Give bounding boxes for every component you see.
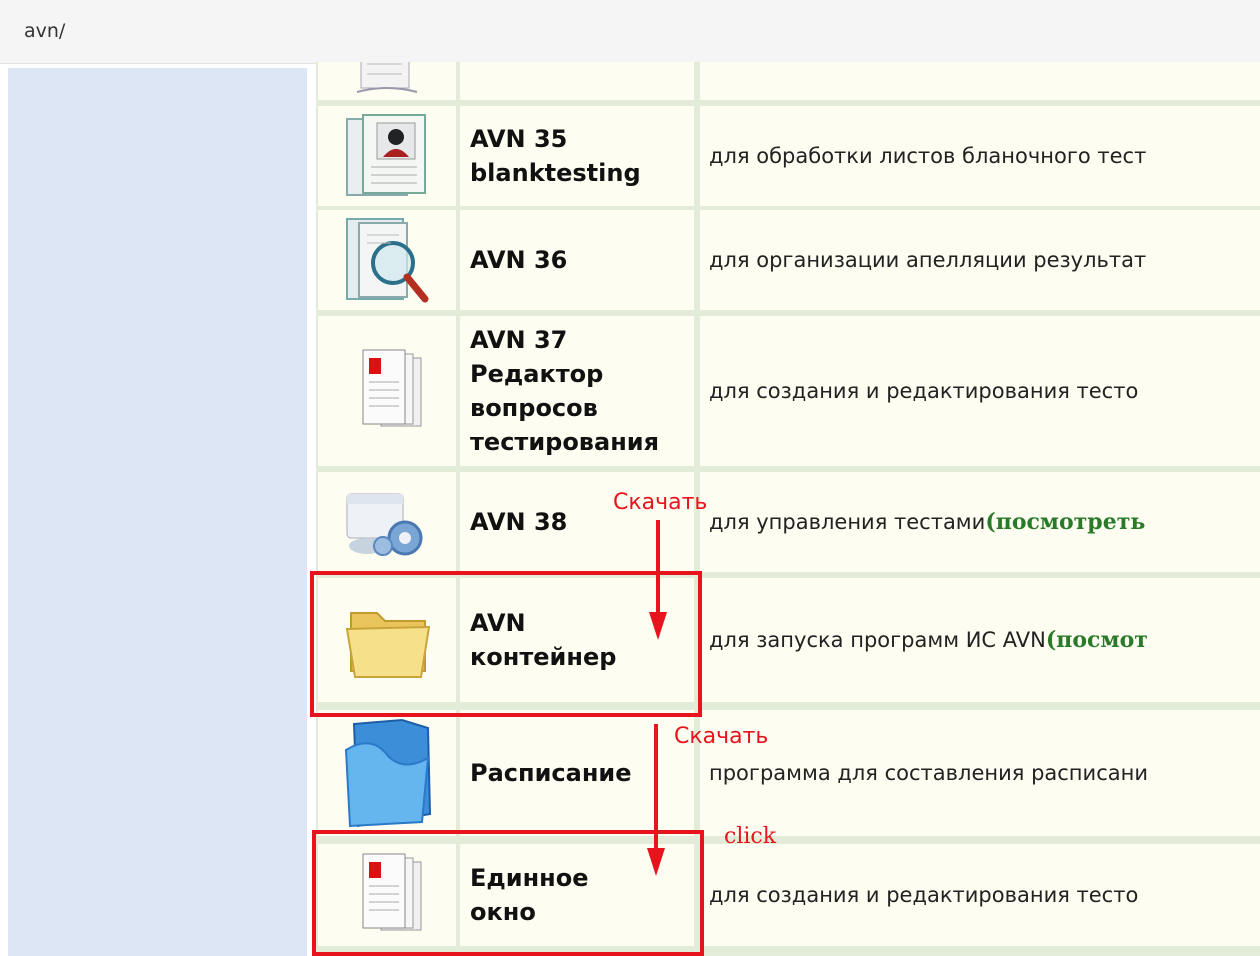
annotation-arrows (647, 520, 667, 876)
arrowhead-icon (649, 612, 667, 640)
arrowhead-icon (647, 848, 665, 876)
click-annotation: click (724, 824, 777, 849)
download-annotation: Скачать (613, 490, 708, 515)
download-annotation: Скачать (674, 724, 769, 749)
